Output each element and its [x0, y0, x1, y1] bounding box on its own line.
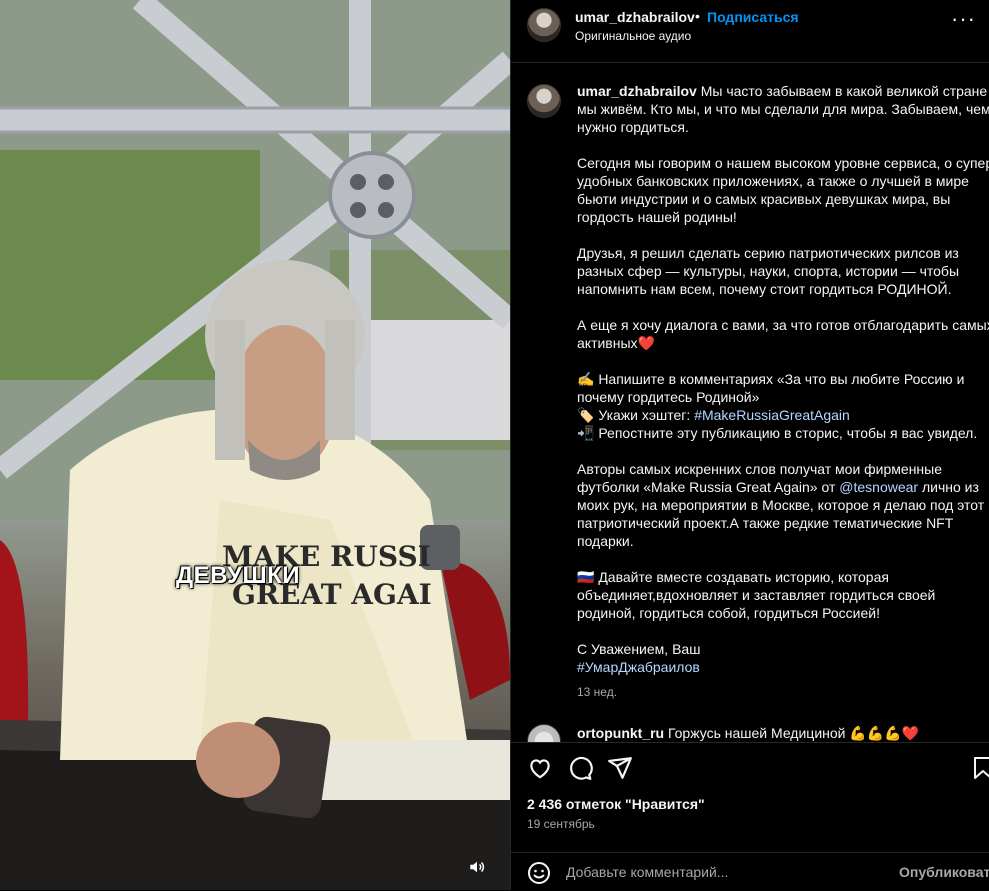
audio-label[interactable]: Оригинальное аудио: [575, 29, 691, 43]
bookmark-icon: [974, 757, 989, 779]
post-date[interactable]: 19 сентябрь: [527, 817, 595, 831]
header-separator: •: [695, 8, 700, 24]
author-username[interactable]: umar_dzhabrailov: [575, 9, 695, 25]
save-button[interactable]: [971, 755, 989, 783]
post-actions-bar: [511, 742, 989, 791]
like-button[interactable]: [527, 755, 555, 783]
commenter-avatar[interactable]: [527, 724, 561, 742]
video-subtitle-overlay: ДЕВУШКИ: [176, 562, 300, 589]
share-button[interactable]: [607, 755, 635, 783]
caption-paragraph-4: А еще я хочу диалога с вами, за что гото…: [577, 317, 989, 351]
comment-button[interactable]: [567, 755, 595, 783]
reel-video[interactable]: MAKE RUSSI GREAT AGAI ДЕВУШКИ: [0, 0, 510, 890]
caption-username[interactable]: umar_dzhabrailov: [577, 83, 697, 99]
comment-icon: [570, 756, 593, 780]
comments-section[interactable]: umar_dzhabrailov Мы часто забываем в как…: [511, 62, 989, 742]
hashtag-link[interactable]: #MakeRussiaGreatAgain: [694, 407, 850, 423]
volume-button[interactable]: [468, 858, 496, 884]
share-icon: [608, 757, 632, 779]
video-frame-illustration: MAKE RUSSI GREAT AGAI: [0, 0, 510, 890]
publish-button[interactable]: Опубликовать: [899, 864, 989, 880]
caption-instruction-3: 📲 Репостните эту публикацию в сторис, чт…: [577, 425, 978, 441]
caption-timestamp[interactable]: 13 нед.: [577, 685, 617, 699]
post-caption: umar_dzhabrailov Мы часто забываем в как…: [577, 82, 989, 676]
speaker-icon: [470, 861, 485, 873]
caption-instruction-2: 🏷️ Укажи хэштег:: [577, 407, 695, 423]
emoji-button[interactable]: [527, 861, 551, 885]
more-options-icon[interactable]: ···: [951, 6, 976, 32]
commenter-username[interactable]: ortopunkt_ru: [577, 725, 664, 741]
caption-instruction-1: ✍️ Напишите в комментариях «За что вы лю…: [577, 371, 969, 405]
add-comment-bar: Опубликовать: [511, 852, 989, 891]
mention-link[interactable]: @tesnowear: [839, 479, 918, 495]
heart-icon: [530, 759, 550, 779]
comment-heart-emoji: ❤️: [901, 725, 920, 741]
post-header: umar_dzhabrailov • Подписаться Оригиналь…: [511, 0, 989, 63]
follow-button[interactable]: Подписаться: [707, 9, 799, 25]
post-details-panel: umar_dzhabrailov • Подписаться Оригиналь…: [510, 0, 989, 890]
caption-signoff: С Уважением, Ваш: [577, 641, 701, 657]
author-hashtag-link[interactable]: #УмарДжабраилов: [577, 659, 700, 675]
caption-author-avatar[interactable]: [527, 84, 561, 118]
caption-paragraph-3: Друзья, я решил сделать серию патриотиче…: [577, 245, 963, 297]
comment-item: ortopunkt_ru Горжусь нашей Медициной 💪💪💪…: [577, 725, 919, 742]
author-avatar[interactable]: [527, 8, 561, 42]
caption-paragraph-7: 🇷🇺 Давайте вместе создавать историю, кот…: [577, 569, 940, 621]
smiley-icon: [528, 862, 550, 884]
comment-emojis: 💪💪💪: [849, 725, 902, 741]
likes-count[interactable]: 2 436 отметок "Нравится": [527, 796, 705, 812]
comment-text: Горжусь нашей Медициной: [664, 725, 850, 741]
caption-paragraph-2: Сегодня мы говорим о нашем высоком уровн…: [577, 155, 989, 225]
comment-input[interactable]: [566, 862, 886, 882]
